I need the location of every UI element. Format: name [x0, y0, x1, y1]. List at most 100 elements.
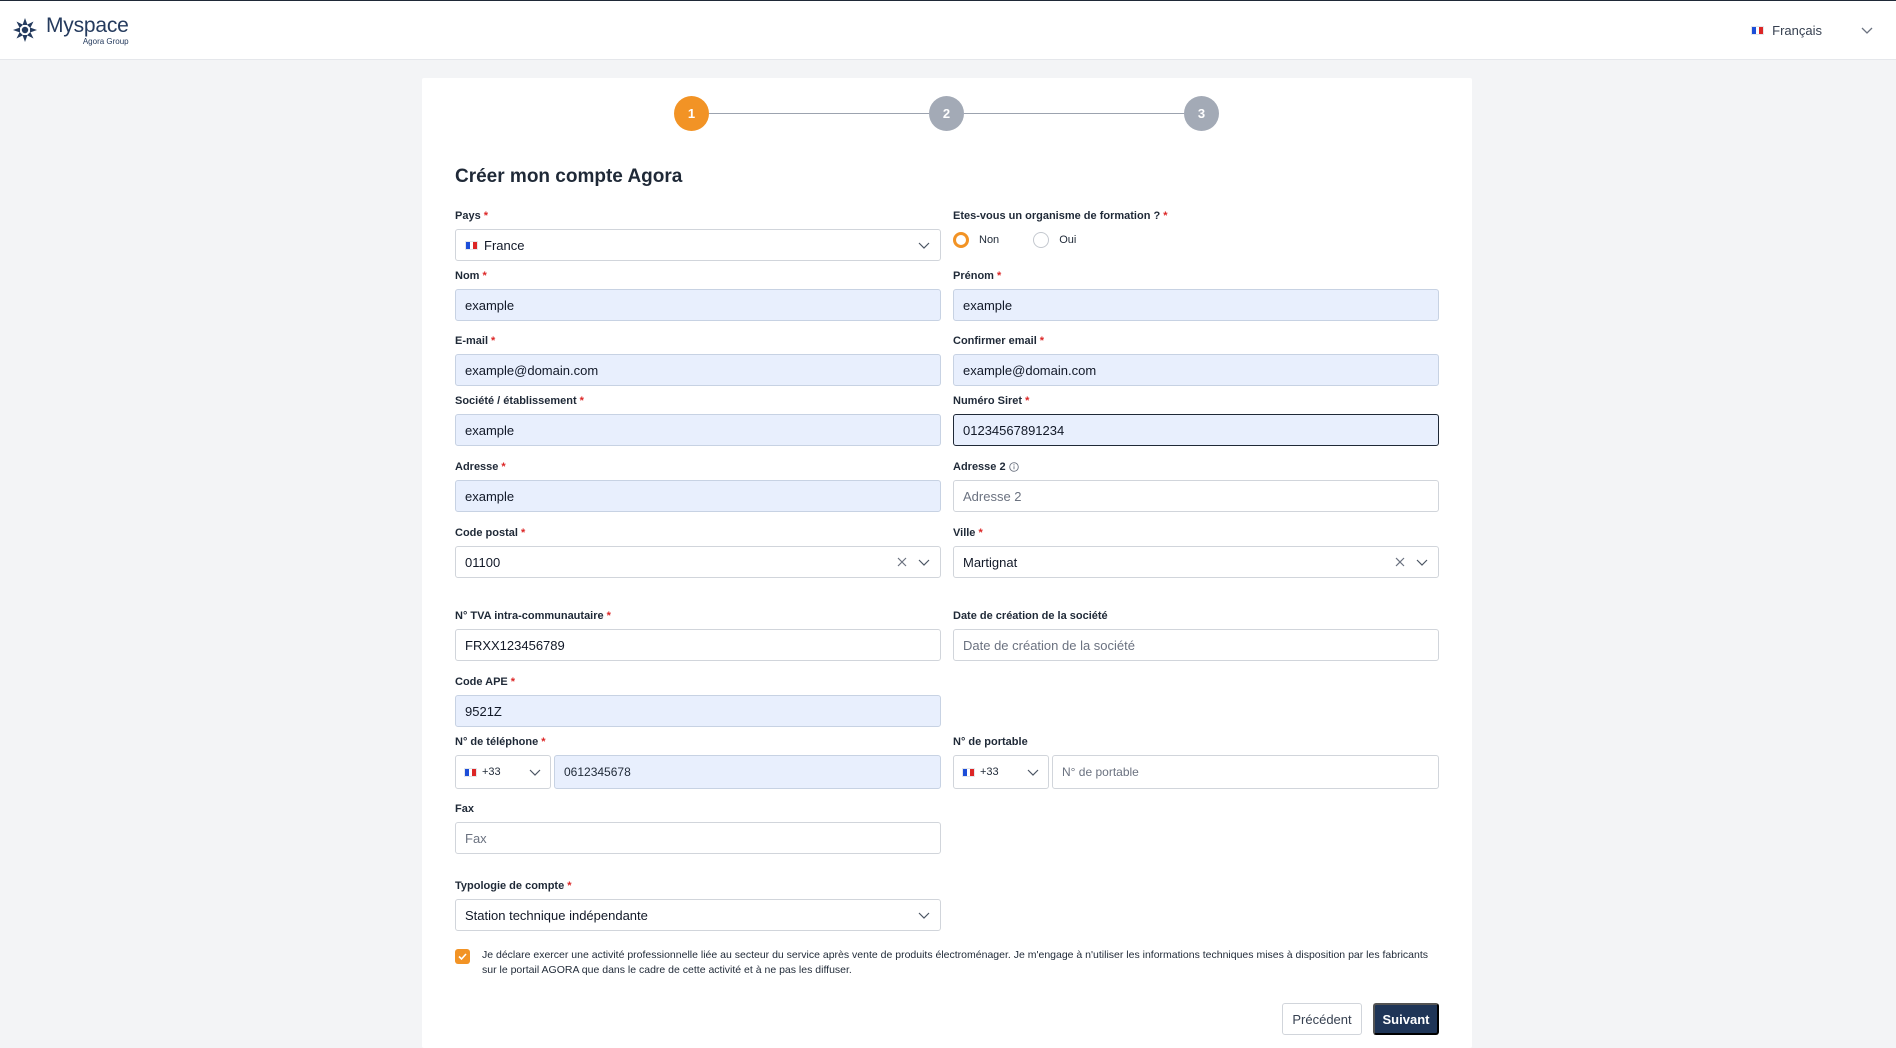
nom-field: Nom * example [455, 268, 941, 321]
info-icon[interactable] [1008, 461, 1019, 472]
required-mark: * [1025, 394, 1030, 407]
required-mark: * [996, 269, 1002, 282]
chevron-down-icon [1027, 769, 1039, 776]
pays-label: Pays [455, 209, 481, 222]
fax-input[interactable]: Fax [455, 822, 941, 854]
prenom-label: Prénom [953, 269, 994, 282]
portable-input[interactable]: N° de portable [1052, 755, 1439, 789]
brand-logo[interactable]: Myspace Agora Group [12, 15, 129, 46]
france-flag-icon [464, 767, 477, 777]
portable-label: N° de portable [953, 735, 1028, 748]
telephone-country-select[interactable]: +33 [455, 755, 551, 789]
confirm-email-label: Confirmer email [953, 334, 1037, 347]
nom-value: example [465, 297, 515, 313]
radio-non-label: Non [979, 234, 1000, 246]
required-mark: * [483, 209, 488, 222]
telephone-label: N° de téléphone [455, 735, 539, 748]
ville-select[interactable]: Martignat [953, 546, 1439, 578]
code-postal-select[interactable]: 01100 [455, 546, 941, 578]
tva-value: FRXX123456789 [465, 637, 565, 653]
code-ape-label: Code APE [455, 675, 508, 688]
date-creation-input[interactable]: Date de création de la société [953, 629, 1439, 661]
telephone-input[interactable]: 0612345678 [554, 755, 941, 789]
language-selector[interactable]: Français [1751, 23, 1874, 38]
adresse-field: Adresse * example [455, 459, 941, 512]
telephone-value: 0612345678 [564, 765, 631, 779]
required-mark: * [1039, 334, 1045, 347]
previous-button[interactable]: Précédent [1282, 1003, 1362, 1035]
step-connector [964, 113, 1184, 114]
ville-field: Ville * Martignat [953, 525, 1439, 578]
siret-field: Numéro Siret * 01234567891234 [953, 393, 1439, 446]
organisme-label: Etes-vous un organisme de formation ? [953, 209, 1161, 222]
code-postal-label: Code postal [455, 526, 518, 539]
chevron-down-icon [918, 912, 930, 919]
tva-input[interactable]: FRXX123456789 [455, 629, 941, 661]
chevron-down-icon [918, 242, 930, 249]
fax-placeholder: Fax [465, 830, 487, 846]
siret-input[interactable]: 01234567891234 [953, 414, 1439, 446]
email-input[interactable]: example@domain.com [455, 354, 941, 386]
required-mark: * [978, 526, 983, 539]
adresse2-placeholder: Adresse 2 [963, 488, 1022, 504]
required-mark: * [510, 675, 516, 688]
adresse2-label: Adresse 2 [953, 460, 1006, 473]
step-3[interactable]: 3 [1184, 96, 1219, 131]
step-2[interactable]: 2 [929, 96, 964, 131]
confirm-email-value: example@domain.com [963, 362, 1097, 378]
required-mark: * [501, 460, 506, 473]
prenom-field: Prénom * example [953, 268, 1439, 321]
email-value: example@domain.com [465, 362, 599, 378]
adresse2-input[interactable]: Adresse 2 [953, 480, 1439, 512]
required-mark: * [491, 334, 496, 347]
portable-field: N° de portable +33 N° de portable [953, 734, 1439, 789]
check-icon [458, 953, 467, 961]
chevron-down-icon[interactable] [917, 555, 931, 569]
typologie-value: Station technique indépendante [465, 907, 648, 923]
step-1[interactable]: 1 [674, 96, 709, 131]
clear-icon[interactable] [895, 555, 909, 569]
chevron-down-icon [1861, 27, 1873, 34]
adresse2-field: Adresse 2 Adresse 2 [953, 459, 1439, 512]
consent-checkbox[interactable] [455, 949, 470, 964]
fax-label: Fax [455, 802, 474, 815]
language-label: Français [1772, 22, 1822, 38]
email-field: E-mail * example@domain.com [455, 333, 941, 386]
societe-input[interactable]: example [455, 414, 941, 446]
typologie-select[interactable]: Station technique indépendante [455, 899, 941, 931]
step-connector [709, 113, 929, 114]
code-ape-field: Code APE * 9521Z [455, 674, 941, 727]
portable-prefix: +33 [980, 766, 999, 778]
confirm-email-field: Confirmer email * example@domain.com [953, 333, 1439, 386]
code-ape-input[interactable]: 9521Z [455, 695, 941, 727]
pays-value: France [484, 237, 525, 253]
confirm-email-input[interactable]: example@domain.com [953, 354, 1439, 386]
france-flag-icon [465, 240, 478, 250]
nom-input[interactable]: example [455, 289, 941, 321]
adresse-input[interactable]: example [455, 480, 941, 512]
prenom-input[interactable]: example [953, 289, 1439, 321]
tva-field: N° TVA intra-communautaire * FRXX12345678… [455, 608, 941, 661]
france-flag-icon [962, 767, 975, 777]
chevron-down-icon [529, 769, 541, 776]
required-mark: * [1163, 209, 1168, 222]
pays-select[interactable]: France [455, 229, 941, 261]
required-mark: * [482, 269, 487, 282]
siret-label: Numéro Siret [953, 394, 1023, 407]
societe-field: Société / établissement * example [455, 393, 941, 446]
next-button[interactable]: Suivant [1373, 1003, 1439, 1035]
clear-icon[interactable] [1393, 555, 1407, 569]
organisme-radio-group: Non Oui [953, 232, 1439, 248]
organisme-field: Etes-vous un organisme de formation ? * N… [953, 208, 1439, 248]
radio-oui[interactable] [1033, 232, 1050, 248]
societe-label: Société / établissement [455, 394, 577, 407]
brand-name: Myspace [46, 13, 129, 37]
date-creation-label: Date de création de la société [953, 609, 1108, 622]
chevron-down-icon[interactable] [1415, 555, 1429, 569]
radio-non[interactable] [953, 232, 969, 248]
myspace-logo-icon [13, 18, 37, 42]
date-creation-placeholder: Date de création de la société [963, 637, 1135, 653]
portable-country-select[interactable]: +33 [953, 755, 1049, 789]
siret-value: 01234567891234 [963, 422, 1065, 438]
code-ape-value: 9521Z [465, 703, 502, 719]
